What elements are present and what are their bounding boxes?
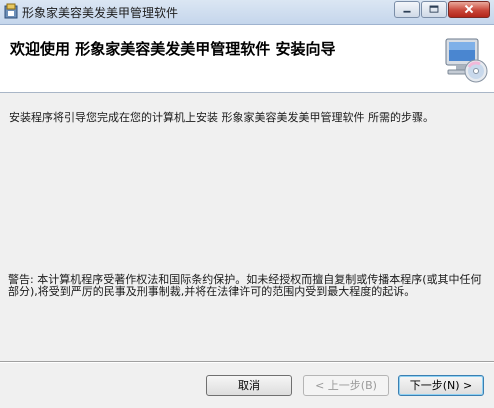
back-button[interactable]: < 上一步(B): [303, 375, 389, 396]
close-icon: [464, 4, 474, 14]
maximize-button[interactable]: [421, 1, 447, 18]
next-button[interactable]: 下一步(N) >: [398, 375, 484, 396]
minimize-button[interactable]: [394, 1, 420, 18]
header-banner: 欢迎使用 形象家美容美发美甲管理软件 安装向导: [0, 25, 494, 93]
installer-icon: [4, 3, 18, 19]
button-bar: 取消 < 上一步(B) 下一步(N) >: [0, 363, 494, 408]
intro-text: 安装程序将引导您完成在您的计算机上安装 形象家美容美发美甲管理软件 所需的步骤。: [9, 111, 434, 124]
computer-cd-icon: [445, 38, 488, 83]
window-title: 形象家美容美发美甲管理软件: [22, 6, 179, 20]
title-bar[interactable]: 形象家美容美发美甲管理软件: [0, 0, 494, 25]
copyright-warning: 警告: 本计算机程序受著作权法和国际条约保护。如未经授权而擅自复制或传播本程序(…: [8, 273, 482, 298]
page-title: 欢迎使用 形象家美容美发美甲管理软件 安装向导: [10, 40, 336, 58]
minimize-icon: [403, 10, 411, 13]
content-area: 安装程序将引导您完成在您的计算机上安装 形象家美容美发美甲管理软件 所需的步骤。…: [0, 93, 494, 361]
maximize-icon: [429, 5, 439, 13]
close-button[interactable]: [448, 1, 490, 18]
cancel-button[interactable]: 取消: [206, 375, 292, 396]
